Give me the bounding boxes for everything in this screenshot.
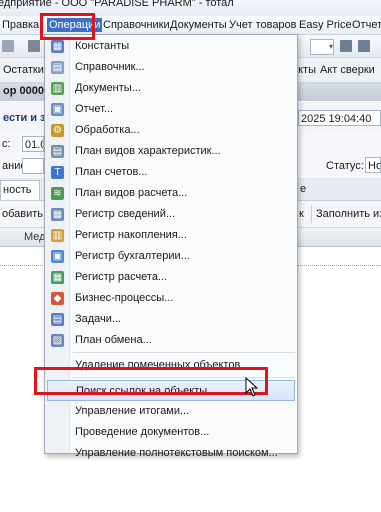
accounts-plan-icon: Т	[51, 166, 64, 179]
menu-item-0-11[interactable]: ▦ Регистр расчета...	[45, 267, 297, 288]
menu-separator	[73, 352, 295, 353]
constants-icon: ▦	[51, 40, 64, 53]
menu-goods-accounting[interactable]: Учет товаров	[229, 18, 297, 32]
datetime-field[interactable]: 2025 19:04:40	[298, 110, 381, 126]
menu-item-0-13[interactable]: ▤ Задачи...	[45, 309, 297, 330]
save-icon[interactable]	[2, 40, 14, 52]
menu-item-2-3[interactable]: Управление полнотекстовым поиском...	[45, 443, 297, 464]
menu-item-0-2[interactable]: ▥ Документы...	[45, 78, 297, 99]
menu-item-0-7[interactable]: ≋ План видов расчета...	[45, 183, 297, 204]
menu-item-label: Обработка...	[75, 124, 140, 136]
business-process-icon: ◆	[51, 292, 64, 305]
menu-item-label: Управление итогами...	[75, 405, 190, 417]
menu-item-0-14[interactable]: ▧ План обмена...	[45, 330, 297, 351]
processing-icon: ⚙	[51, 124, 64, 137]
balances-button[interactable]: Остатки	[3, 64, 44, 76]
cut-icon[interactable]	[28, 40, 40, 52]
menu-item-0-4[interactable]: ⚙ Обработка...	[45, 120, 297, 141]
search-dropdown-icon[interactable]: ▾	[310, 39, 334, 55]
calculation-plan-icon: ≋	[51, 187, 64, 200]
menu-item-label: План видов расчета...	[75, 187, 188, 199]
field-c-value[interactable]: 01.0	[22, 136, 44, 152]
menu-item-label: Регистр сведений...	[75, 208, 176, 220]
field-label-c: с:	[2, 138, 11, 150]
tab-first[interactable]: ность	[0, 180, 40, 200]
fill-from-button[interactable]: Заполнить из С	[316, 208, 381, 220]
menu-item-0-5[interactable]: ▤ План видов характеристик...	[45, 141, 297, 162]
menu-item-label: Регистр расчета...	[75, 271, 168, 283]
add-button[interactable]: обавить	[2, 208, 43, 220]
window-title: едприятие - ООО "PARADISE PHARM" - тотал	[0, 0, 234, 9]
menu-item-label: Управление полнотекстовым поиском...	[75, 447, 278, 459]
status-label: Статус:	[326, 160, 364, 172]
annotation-box-find-references	[34, 367, 268, 395]
mouse-pointer-icon	[245, 377, 259, 397]
status-field[interactable]: Нов	[365, 157, 381, 173]
menu-item-label: Справочник...	[75, 61, 145, 73]
menu-edit[interactable]: Правка	[2, 18, 39, 32]
menu-item-0-6[interactable]: Т План счетов...	[45, 162, 297, 183]
menu-item-label: Бизнес-процессы...	[75, 292, 174, 304]
tab-right-label[interactable]: е	[300, 183, 306, 195]
menu-item-label: Документы...	[75, 82, 141, 94]
menu-item-label: План обмена...	[75, 334, 152, 346]
menu-item-label: План видов характеристик...	[75, 145, 221, 157]
menu-item-0-9[interactable]: ▥ Регистр накопления...	[45, 225, 297, 246]
accumulation-register-icon: ▥	[51, 229, 64, 242]
table-header-med: Мед	[24, 231, 46, 243]
tab-first-label: ность	[3, 184, 32, 196]
menu-item-0-8[interactable]: ▦ Регистр сведений...	[45, 204, 297, 225]
menu-item-label: Задачи...	[75, 313, 122, 325]
exchange-plan-icon: ▧	[51, 334, 64, 347]
info-register-icon: ▦	[51, 208, 64, 221]
menu-item-0-12[interactable]: ◆ Бизнес-процессы...	[45, 288, 297, 309]
table-button-k[interactable]: к	[299, 208, 304, 220]
menu-documents[interactable]: Документы	[170, 18, 227, 32]
tasks-icon: ▤	[51, 313, 64, 326]
menu-item-2-2[interactable]: Проведение документов...	[45, 422, 297, 443]
menu-item-0-10[interactable]: ▣ Регистр бухгалтерии...	[45, 246, 297, 267]
field-name-value[interactable]	[22, 158, 44, 174]
menu-catalogs[interactable]: Справочники	[103, 18, 170, 32]
reconciliation-act-button[interactable]: Акт сверки	[320, 64, 375, 76]
report-icon: ▣	[51, 103, 64, 116]
menu-item-label: Регистр накопления...	[75, 229, 187, 241]
find-next-icon[interactable]	[358, 40, 370, 52]
menu-item-2-1[interactable]: Управление итогами...	[45, 401, 297, 422]
annotation-box-operations	[40, 13, 95, 40]
menu-item-label: Регистр бухгалтерии...	[75, 250, 190, 262]
menu-item-label: Отчет...	[75, 103, 114, 115]
menu-easy-price[interactable]: Easy Price	[299, 18, 352, 32]
accounting-register-icon: ▣	[51, 250, 64, 263]
menu-item-label: Проведение документов...	[75, 426, 210, 438]
find-icon[interactable]	[340, 40, 352, 52]
menu-item-label: Константы	[75, 40, 130, 52]
menu-item-0-3[interactable]: ▣ Отчет...	[45, 99, 297, 120]
catalog-icon: ▤	[51, 61, 64, 74]
menu-reports[interactable]: Отчеты	[352, 18, 381, 32]
characteristics-plan-icon: ▤	[51, 145, 64, 158]
documents-icon: ▥	[51, 82, 64, 95]
toolbar-divider	[311, 205, 312, 223]
menu-item-label: План счетов...	[75, 166, 148, 178]
calc-register-icon: ▦	[51, 271, 64, 284]
menu-item-0-1[interactable]: ▤ Справочник...	[45, 57, 297, 78]
